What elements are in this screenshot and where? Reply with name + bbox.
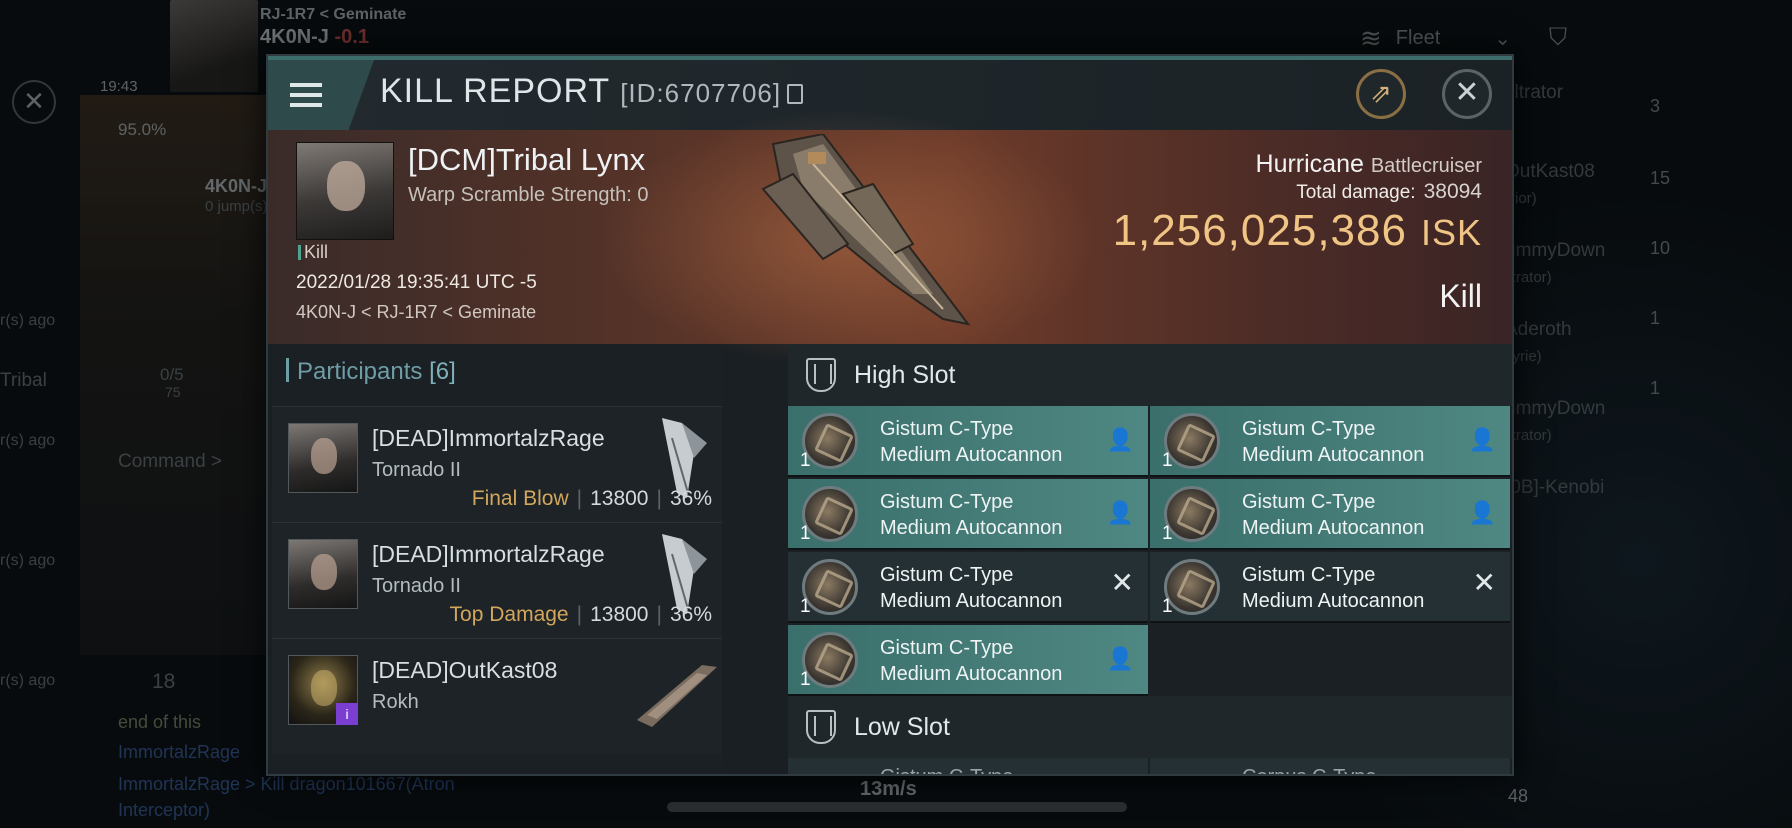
module-qty: 1 (1162, 596, 1173, 617)
module-item[interactable]: Gistum C-Type (788, 758, 1148, 774)
participant-row[interactable]: [DEAD]ImmortalzRage Tornado II Final Blo… (272, 406, 722, 522)
participants-header: Participants [6] (272, 344, 722, 406)
victim-portrait[interactable] (296, 142, 394, 240)
module-name: Gistum C-Type Medium Autocannon (1242, 418, 1425, 466)
participant-row[interactable]: i [DEAD]OutKast08 Rokh (272, 638, 722, 754)
isk-unit: ISK (1420, 212, 1482, 253)
destroyed-x-icon: ✕ (1110, 567, 1134, 598)
high-slot-label: High Slot (854, 360, 956, 389)
damage-value: 13800 (590, 487, 649, 510)
report-id: [ID:6707706] (620, 78, 782, 108)
window-title: KILL REPORT [ID:6707706] (380, 72, 804, 111)
module-name: Gistum C-Type Medium Autocannon (1242, 491, 1425, 539)
copy-icon[interactable] (787, 84, 804, 104)
ship-type: Hurricane Battlecruiser (1256, 150, 1482, 179)
module-name: Gistum C-Type Medium Autocannon (1242, 564, 1425, 612)
victim-header: [DCM]Tribal Lynx Warp Scramble Strength:… (268, 110, 1512, 370)
title-text: KILL REPORT (380, 72, 611, 110)
damage-value: 13800 (590, 603, 649, 626)
menu-button[interactable] (268, 60, 374, 130)
module-item[interactable]: 1 Gistum C-Type Medium Autocannon 👤 (1150, 479, 1510, 550)
ship-name[interactable]: Hurricane (1256, 150, 1364, 178)
module-item[interactable]: 1 Gistum C-Type Medium Autocannon ✕ (788, 552, 1148, 623)
close-icon: ✕ (1454, 76, 1480, 109)
module-name: Gistum C-Type Medium Autocannon (880, 491, 1063, 539)
participants-count: [6] (429, 358, 456, 385)
top-damage-label: Top Damage (449, 603, 569, 626)
module-name: Corpus C-Type (1242, 764, 1377, 774)
module-item[interactable]: 1 Gistum C-Type Medium Autocannon 👤 (788, 406, 1148, 477)
module-item[interactable]: Corpus C-Type (1150, 758, 1510, 774)
dropped-person-icon: 👤 (1106, 427, 1134, 452)
destroyed-x-icon: ✕ (1472, 567, 1496, 598)
participant-ship: Tornado II (372, 575, 461, 597)
participant-stats: Top Damage | 13800 | 36% (449, 603, 712, 626)
module-name: Gistum C-Type (880, 764, 1013, 774)
dropped-person-icon: 👤 (1106, 646, 1134, 671)
isk-value: 1,256,025,386 ISK (1113, 206, 1482, 256)
rokh-ship-icon (637, 665, 717, 727)
kill-report-window: KILL REPORT [ID:6707706] ⇗ ✕ [DCM]Tribal … (266, 54, 1514, 776)
module-qty: 1 (1162, 450, 1173, 471)
dropped-person-icon: 👤 (1106, 500, 1134, 525)
module-qty: 1 (800, 596, 811, 617)
module-name: Gistum C-Type Medium Autocannon (880, 637, 1063, 685)
participant-ship: Rokh (372, 691, 419, 713)
isk-amount: 1,256,025,386 (1112, 206, 1407, 255)
kill-datetime: 2022/01/28 19:35:41 UTC -5 (296, 272, 537, 293)
module-qty: 1 (1162, 523, 1173, 544)
hamburger-icon (290, 93, 322, 97)
participant-name: [DEAD]OutKast08 (372, 657, 558, 683)
high-slot-header: High Slot (788, 344, 1512, 406)
module-item[interactable]: 1 Gistum C-Type Medium Autocannon 👤 (788, 625, 1148, 696)
low-slot-grid: Gistum C-Type Corpus C-Type (788, 758, 1512, 774)
module-item[interactable]: 1 Gistum C-Type Medium Autocannon ✕ (1150, 552, 1510, 623)
high-slot-grid: 1 Gistum C-Type Medium Autocannon 👤 1 Gistum… (788, 406, 1512, 696)
low-slot-header: Low Slot (788, 696, 1512, 758)
fitting-panel: High Slot 1 Gistum C-Type Medium Autocanno… (788, 344, 1512, 774)
damage-percent: 36% (669, 603, 712, 626)
participant-portrait (288, 423, 358, 493)
damage-percent: 36% (669, 487, 712, 510)
kill-location[interactable]: 4K0N-J < RJ-1R7 < Geminate (296, 302, 536, 323)
participant-portrait (288, 539, 358, 609)
empty-cell (1150, 625, 1510, 696)
module-name: Gistum C-Type Medium Autocannon (880, 418, 1063, 466)
participant-name: [DEAD]ImmortalzRage (372, 541, 605, 567)
dropped-person-icon: 👤 (1468, 500, 1496, 525)
final-blow-label: Final Blow (471, 487, 569, 510)
total-damage: Total damage: 38094 (1296, 180, 1482, 204)
participants-panel: Participants [6] [DEAD]ImmortalzRage Tor… (272, 344, 722, 774)
participant-name: [DEAD]ImmortalzRage (372, 425, 605, 451)
kill-result: Kill (1439, 278, 1482, 314)
participant-row[interactable]: [DEAD]ImmortalzRage Tornado II Top Damag… (272, 522, 722, 638)
dropped-person-icon: 👤 (1468, 427, 1496, 452)
close-button[interactable]: ✕ (1442, 69, 1492, 119)
total-damage-value: 38094 (1423, 180, 1482, 203)
hurricane-ship-image (761, 134, 971, 326)
participant-ship: Tornado II (372, 459, 461, 481)
kill-tag: Kill (298, 242, 328, 263)
victim-name[interactable]: [DCM]Tribal Lynx (408, 142, 645, 178)
low-slot-icon (806, 710, 836, 744)
participants-label: Participants (297, 358, 423, 385)
module-qty: 1 (800, 523, 811, 544)
module-item[interactable]: 1 Gistum C-Type Medium Autocannon 👤 (1150, 406, 1510, 477)
ship-class: Battlecruiser (1370, 155, 1482, 177)
high-slot-icon (806, 358, 836, 392)
module-qty: 1 (800, 450, 811, 471)
total-damage-label: Total damage: (1296, 182, 1416, 203)
warp-scramble: Warp Scramble Strength: 0 (408, 184, 649, 206)
module-qty: 1 (800, 669, 811, 690)
share-icon: ⇗ (1370, 78, 1392, 108)
info-badge-icon: i (336, 703, 358, 725)
participant-stats: Final Blow | 13800 | 36% (471, 487, 712, 510)
low-slot-label: Low Slot (854, 712, 950, 741)
module-name: Gistum C-Type Medium Autocannon (880, 564, 1063, 612)
share-button[interactable]: ⇗ (1356, 69, 1406, 119)
module-item[interactable]: 1 Gistum C-Type Medium Autocannon 👤 (788, 479, 1148, 550)
